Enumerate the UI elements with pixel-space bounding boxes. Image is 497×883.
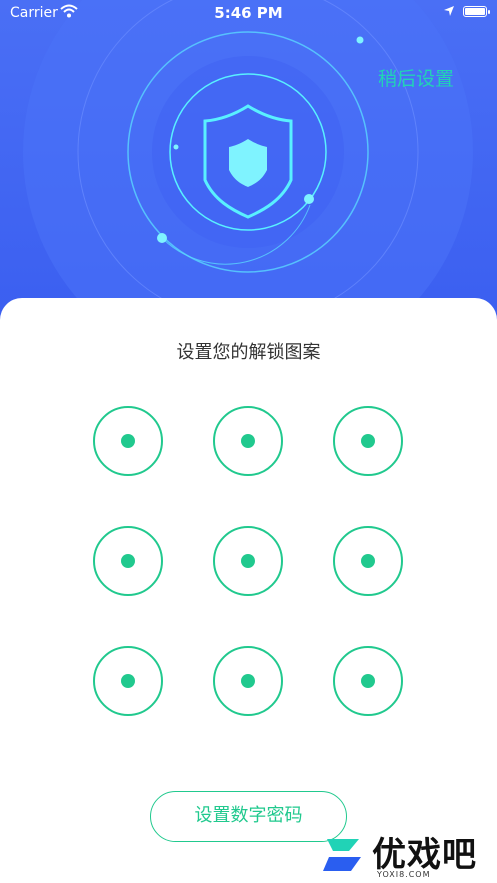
watermark: 优戏吧 YOXI8.COM xyxy=(317,823,497,883)
pattern-dot xyxy=(121,554,135,568)
pattern-node-8[interactable] xyxy=(213,646,283,716)
pattern-dot xyxy=(361,554,375,568)
pattern-node-9[interactable] xyxy=(333,646,403,716)
pattern-node-5[interactable] xyxy=(213,526,283,596)
battery-icon xyxy=(463,6,490,17)
pattern-node-4[interactable] xyxy=(93,526,163,596)
pattern-node-1[interactable] xyxy=(93,406,163,476)
pattern-title: 设置您的解锁图案 xyxy=(176,342,321,363)
pattern-dot xyxy=(241,434,255,448)
status-bar: Carrier 5:46 PM xyxy=(0,0,497,26)
location-icon xyxy=(444,6,454,16)
hero-decoration xyxy=(23,0,473,340)
watermark-text: 优戏吧 xyxy=(372,835,477,875)
watermark-logo-icon xyxy=(323,839,361,871)
skip-setup-button[interactable]: 稍后设置 xyxy=(378,64,454,91)
pattern-dot xyxy=(241,554,255,568)
pattern-node-6[interactable] xyxy=(333,526,403,596)
pattern-dot xyxy=(361,434,375,448)
pattern-dot xyxy=(121,434,135,448)
pattern-dot xyxy=(241,674,255,688)
pattern-node-2[interactable] xyxy=(213,406,283,476)
status-time: 5:46 PM xyxy=(214,4,283,22)
pattern-dot xyxy=(361,674,375,688)
pattern-node-3[interactable] xyxy=(333,406,403,476)
pattern-node-7[interactable] xyxy=(93,646,163,716)
watermark-domain: YOXI8.COM xyxy=(377,870,431,879)
header-hero: Carrier 5:46 PM 稍后设置 xyxy=(0,0,497,340)
pattern-dot xyxy=(121,674,135,688)
